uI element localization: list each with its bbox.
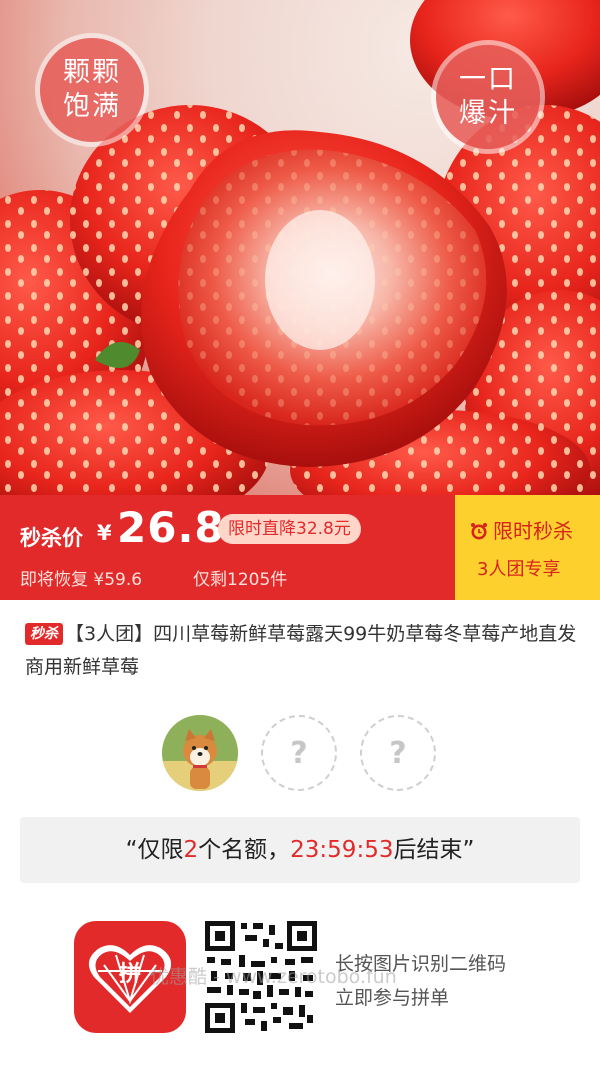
- logo-text: 拼: [119, 961, 141, 987]
- badge-line: 一口: [459, 64, 517, 95]
- clock-icon: [471, 523, 487, 540]
- feature-badge-juicy: 一口 爆汁: [436, 45, 540, 149]
- price-value: 26.8: [117, 503, 225, 552]
- stock-remaining: 仅剩1205件: [193, 570, 288, 590]
- quota-count: 2: [183, 837, 199, 863]
- empty-member-slot: ?: [360, 715, 436, 791]
- group-quota-banner: “仅限2个名额，23:59:53后结束”: [20, 817, 580, 883]
- badge-line: 饱满: [63, 91, 121, 122]
- restore-price: 即将恢复 ¥59.6: [20, 570, 143, 590]
- badge-line: 颗颗: [63, 57, 121, 88]
- flash-sale-title: 限时秒杀: [493, 519, 573, 543]
- flash-sale-tag: 秒杀: [25, 623, 63, 645]
- feature-badge-plump: 颗颗 饱满: [40, 38, 144, 142]
- watermark: 优惠酷 - www.zerotobo.fun: [150, 966, 397, 988]
- product-title-text: 【3人团】四川草莓新鲜草莓露天99牛奶草莓冬草莓产地直发商用新鲜草莓: [25, 623, 577, 678]
- discount-tag: 限时直降32.8元: [218, 514, 361, 544]
- currency-symbol: ¥: [97, 521, 112, 545]
- quota-text: 个名额，: [198, 837, 291, 863]
- placeholder-mark: ?: [290, 735, 308, 771]
- price-panel: 秒杀价 ¥ 26.8 限时直降32.8元 即将恢复 ¥59.6 仅剩1205件: [0, 495, 455, 600]
- quota-text: “仅限: [125, 837, 184, 863]
- avatar: [162, 715, 238, 791]
- badge-line: 爆汁: [459, 98, 517, 129]
- group-exclusive-label: 3人团专享: [477, 559, 561, 580]
- price-bar: 秒杀价 ¥ 26.8 限时直降32.8元 即将恢复 ¥59.6 仅剩1205件 …: [0, 495, 600, 600]
- product-title: 秒杀 【3人团】四川草莓新鲜草莓露天99牛奶草莓冬草莓产地直发商用新鲜草莓: [25, 618, 580, 684]
- price-label: 秒杀价: [20, 526, 83, 550]
- placeholder-mark: ?: [389, 735, 407, 771]
- flash-sale-panel: 限时秒杀 3人团专享: [455, 495, 600, 600]
- quota-text: 后结束”: [393, 837, 475, 863]
- countdown-timer: 23:59:53: [290, 837, 394, 863]
- dog-avatar-icon: [162, 715, 238, 791]
- product-hero-image: 颗颗 饱满 一口 爆汁: [0, 0, 600, 495]
- empty-member-slot: ?: [261, 715, 337, 791]
